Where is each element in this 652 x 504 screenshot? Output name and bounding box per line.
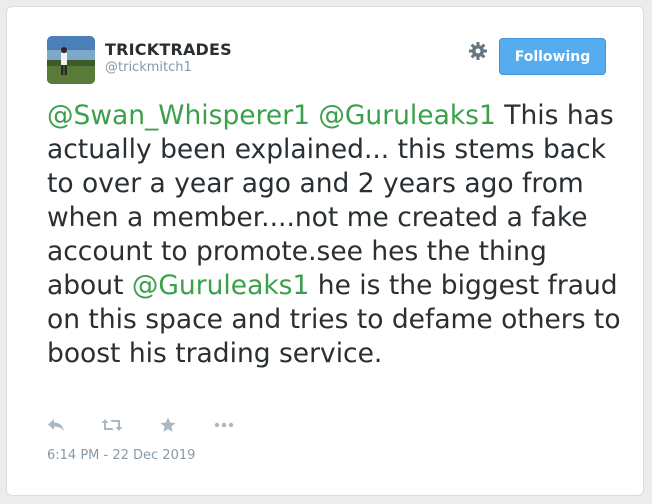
mention-link[interactable]: @Guruleaks1 [132, 270, 309, 301]
tweet-card: TRICKTRADES @trickmitch1 Following @Swan… [6, 6, 644, 496]
more-icon[interactable] [213, 416, 235, 434]
reply-icon[interactable] [45, 416, 67, 434]
mention-link[interactable]: @Guruleaks1 [318, 100, 495, 131]
retweet-icon[interactable] [101, 416, 123, 434]
user-handle[interactable]: @trickmitch1 [105, 60, 192, 75]
tweet-timestamp[interactable]: 6:14 PM - 22 Dec 2019 [47, 448, 195, 463]
tweet-text: @Swan_Whisperer1 @Guruleaks1 This has ac… [47, 99, 627, 371]
gear-icon[interactable] [467, 40, 489, 62]
favorite-icon[interactable] [157, 416, 179, 434]
following-button[interactable]: Following [499, 38, 606, 75]
mention-link[interactable]: @Swan_Whisperer1 [47, 100, 310, 131]
avatar[interactable] [47, 36, 95, 84]
tweet-actions [45, 416, 269, 434]
display-name[interactable]: TRICKTRADES [105, 40, 232, 59]
